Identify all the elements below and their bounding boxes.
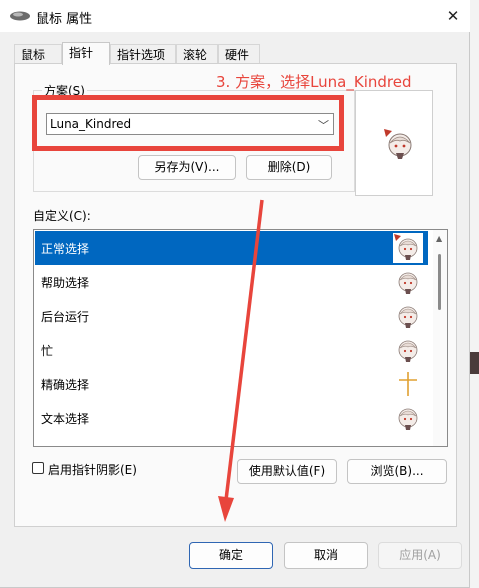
tab-label: 指针 [69,46,94,60]
annotation-arrow-icon [218,199,264,522]
tab-pointers[interactable]: 指针 [62,42,110,65]
